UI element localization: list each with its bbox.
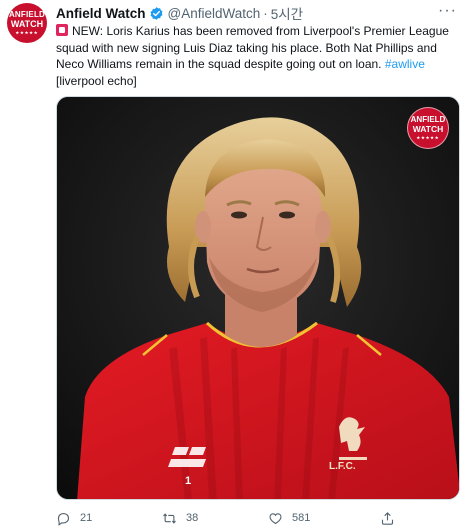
author-name[interactable]: Anfield Watch [56, 6, 146, 21]
avatar[interactable]: ANFIELD WATCH ★★★★★ [7, 3, 47, 43]
like-button[interactable]: 581 [268, 511, 310, 526]
tweet-actions: 21 38 581 [56, 508, 460, 528]
like-icon [269, 512, 282, 524]
share-button[interactable] [380, 511, 395, 526]
media-watermark-logo: ANFIELD WATCH ★★★★★ [407, 107, 449, 149]
dot-separator: · [263, 5, 268, 21]
avatar-text-line2: WATCH [10, 19, 44, 29]
like-count: 581 [292, 512, 311, 524]
tweet-media-image[interactable]: ANFIELD WATCH ★★★★★ L.F.C. 1 [56, 96, 460, 500]
hashtag-link[interactable]: #awlive [385, 57, 425, 71]
media-logo-line2: WATCH [412, 124, 444, 135]
avatar-stars: ★★★★★ [15, 30, 39, 35]
alert-flag-icon [56, 24, 68, 36]
shirt-crest-text: L.F.C. [329, 461, 356, 472]
reply-icon [57, 512, 70, 526]
tweet[interactable]: ANFIELD WATCH ★★★★★ Anfield Watch @Anfie… [0, 0, 469, 528]
media-logo-stars: ★★★★★ [416, 134, 440, 140]
retweet-icon [163, 512, 176, 524]
shirt-number: 1 [185, 475, 192, 487]
tweet-text: NEW: Loris Karius has been removed from … [56, 23, 460, 89]
verified-badge-icon [150, 6, 162, 20]
media-logo-line1: ANFIELD [410, 115, 446, 125]
retweet-count: 38 [186, 512, 199, 524]
reply-count: 21 [80, 512, 93, 524]
player-photo [57, 97, 459, 499]
retweet-button[interactable]: 38 [162, 511, 198, 526]
avatar-text-line1: ANFIELD [8, 10, 46, 19]
tweet-timestamp[interactable]: 5시간 [271, 3, 303, 23]
author-handle[interactable]: @AnfieldWatch [168, 6, 261, 21]
tweet-source: [liverpool echo] [56, 73, 137, 88]
tweet-header: Anfield Watch @AnfieldWatch · 5시간 [56, 3, 303, 23]
share-icon [381, 511, 394, 525]
reply-button[interactable]: 21 [56, 511, 92, 526]
more-icon[interactable]: ··· [438, 3, 457, 19]
